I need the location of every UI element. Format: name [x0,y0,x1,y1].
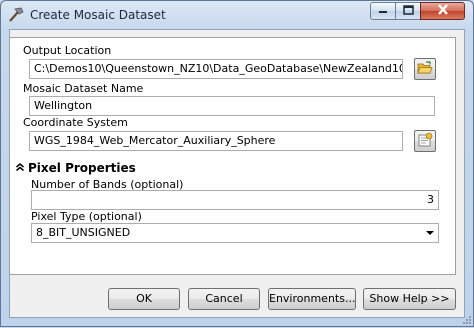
spatial-reference-icon [417,132,433,151]
open-folder-icon [417,60,433,78]
cancel-button[interactable]: Cancel [188,288,260,310]
pixel-properties-header[interactable]: Pixel Properties [15,161,136,175]
chevron-down-icon [426,231,434,235]
coordinate-system-properties-button[interactable] [414,130,436,152]
title-bar[interactable]: Create Mosaic Dataset [1,1,473,29]
ok-button[interactable]: OK [108,288,180,310]
maximize-button[interactable] [395,2,421,20]
coordinate-system-input[interactable]: WGS_1984_Web_Mercator_Auxiliary_Sphere [29,131,403,151]
show-help-button[interactable]: Show Help >> [363,288,456,310]
close-button[interactable] [420,2,465,20]
mosaic-name-input[interactable]: Wellington [29,96,435,116]
dialog-window: Create Mosaic Dataset Output Location C:… [0,0,474,327]
minimize-button[interactable] [370,2,396,20]
coordinate-system-label: Coordinate System [23,116,128,129]
window-title: Create Mosaic Dataset [30,8,166,22]
pixel-type-value: 8_BIT_UNSIGNED [36,226,131,239]
close-icon [437,4,449,18]
output-location-label: Output Location [23,44,112,57]
mosaic-name-label: Mosaic Dataset Name [23,82,144,95]
minimize-icon [378,5,388,18]
output-location-input[interactable]: C:\Demos10\Queenstown_NZ10\Data_GeoDatab… [29,59,403,79]
pixel-properties-heading: Pixel Properties [28,161,136,175]
environments-button[interactable]: Environments... [268,288,356,310]
pixel-type-label: Pixel Type (optional) [31,210,142,223]
output-location-browse-button[interactable] [414,58,436,80]
pixel-type-select[interactable]: 8_BIT_UNSIGNED [31,223,439,243]
hammer-tool-icon [7,6,25,24]
maximize-icon [402,4,414,18]
resize-grip-icon[interactable] [462,315,472,325]
number-of-bands-input[interactable]: 3 [31,190,439,210]
collapse-chevron-icon [15,161,25,175]
panel-scrollbar[interactable] [448,38,455,274]
